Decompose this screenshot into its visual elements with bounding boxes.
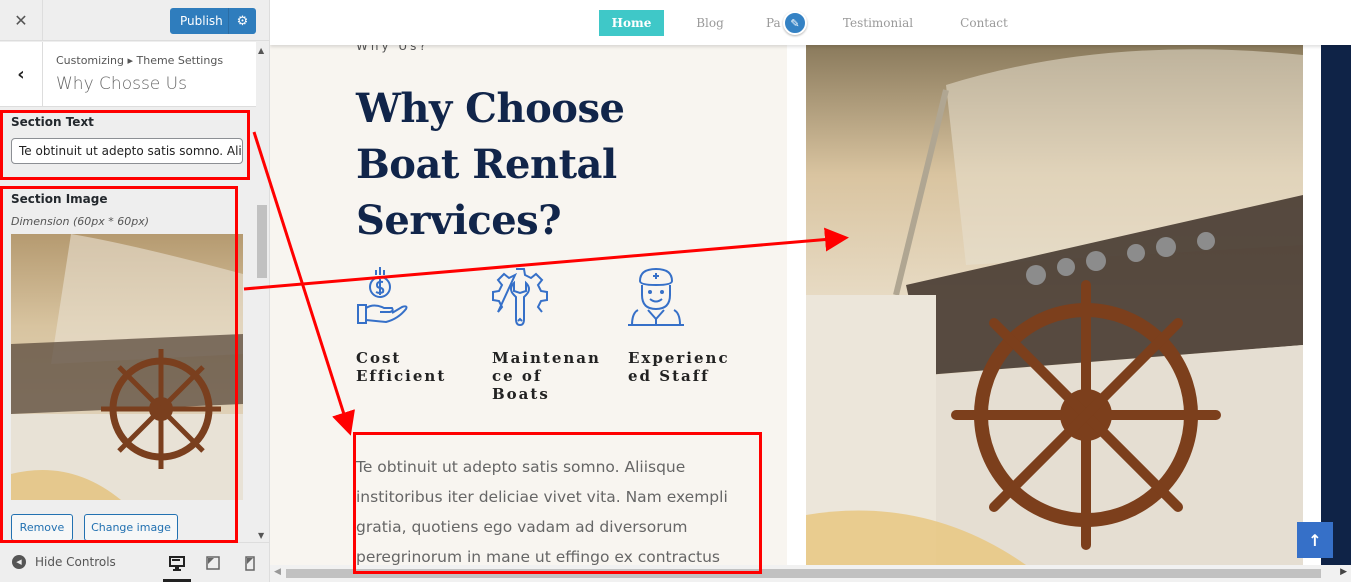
nav-contact[interactable]: Contact — [956, 10, 1012, 36]
feature-label-line: Efficient — [356, 367, 447, 385]
close-customizer-button[interactable]: ✕ — [0, 0, 43, 41]
feature-label-line: ce of — [492, 367, 543, 385]
customizer-sidebar: ✕ Publish ⚙ ‹ Customizing ▸ Theme Settin… — [0, 0, 270, 582]
feature-label-line: Cost — [356, 349, 402, 367]
headline-line: Boat Rental — [356, 141, 617, 188]
back-button[interactable]: ‹ — [0, 42, 43, 107]
edit-shortcut-pencil-icon[interactable]: ✎ — [783, 11, 807, 35]
hide-controls-button[interactable]: ◀ Hide Controls — [12, 555, 116, 569]
nav-blog[interactable]: Blog — [690, 10, 730, 36]
scroll-right-arrow-icon[interactable]: ▶ — [1340, 567, 1347, 577]
hide-controls-label: Hide Controls — [35, 555, 116, 569]
desktop-icon — [169, 555, 185, 571]
boat-helm-photo — [806, 45, 1303, 565]
tablet-icon — [206, 556, 220, 570]
panel-title-bar: ‹ Customizing ▸ Theme Settings Why Choss… — [0, 42, 258, 107]
desktop-preview-button[interactable] — [163, 553, 191, 582]
site-preview: Home Blog Pa Testimonial Contact ✎ Why U… — [270, 0, 1351, 582]
screen: ✕ Publish ⚙ ‹ Customizing ▸ Theme Settin… — [0, 0, 1351, 582]
headline-line: Services? — [356, 197, 562, 244]
customizer-footer: ◀ Hide Controls — [0, 542, 269, 582]
scrollbar-thumb[interactable] — [257, 205, 267, 278]
feature-label: Maintenan ce of Boats — [492, 349, 607, 403]
why-us-section: Why Us? Why Choose Boat Rental Services?… — [270, 39, 787, 566]
preview-horizontal-scrollbar[interactable]: ◀ ▶ — [270, 565, 1351, 582]
panel-title: Why Chosse Us — [56, 74, 187, 94]
image-right-gap — [1303, 45, 1321, 565]
scroll-up-arrow-icon[interactable]: ▲ — [258, 46, 264, 55]
site-navbar: Home Blog Pa Testimonial Contact ✎ — [270, 0, 1351, 45]
sidebar-scrollbar[interactable]: ▲ ▼ — [256, 42, 269, 542]
nav-testimonial[interactable]: Testimonial — [835, 10, 921, 36]
publish-button[interactable]: Publish ⚙ — [170, 8, 256, 34]
mobile-preview-button[interactable] — [239, 553, 261, 573]
section-text-label: Section Text — [11, 115, 94, 129]
section-image-label: Section Image — [11, 192, 108, 206]
scroll-left-arrow-icon[interactable]: ◀ — [274, 567, 281, 577]
feature-maintenance: Maintenan ce of Boats — [492, 267, 612, 403]
section-image-thumbnail[interactable] — [11, 234, 243, 500]
feature-label-line: ed Staff — [628, 367, 710, 385]
money-hand-icon — [357, 267, 408, 324]
section-text-input[interactable]: Te obtinuit ut adepto satis somno. Aliis… — [11, 138, 243, 164]
navy-side-strip — [1321, 45, 1351, 565]
arrow-up-icon: ↑ — [1308, 530, 1322, 550]
nav-home[interactable]: Home — [599, 10, 664, 36]
feature-label-line: Boats — [492, 385, 550, 403]
chevron-left-icon: ‹ — [17, 64, 25, 85]
controls-panel: Section Text Te obtinuit ut adepto satis… — [0, 108, 256, 540]
feature-label: Experienc ed Staff — [628, 349, 743, 385]
section-hero-image — [806, 45, 1303, 565]
publish-label: Publish — [180, 14, 223, 28]
column-gap — [787, 45, 806, 565]
breadcrumb: Customizing ▸ Theme Settings — [56, 54, 224, 67]
collapse-icon: ◀ — [12, 555, 26, 569]
feature-cost-efficient: Cost Efficient — [356, 267, 476, 385]
tablet-preview-button[interactable] — [202, 553, 224, 573]
boat-helm-thumbnail — [11, 234, 243, 500]
feature-experienced-staff: Experienc ed Staff — [628, 267, 748, 385]
scroll-down-arrow-icon[interactable]: ▼ — [258, 531, 264, 540]
captain-icon — [628, 267, 684, 326]
dimension-note: Dimension (60px * 60px) — [11, 215, 150, 228]
customizer-header: ✕ Publish ⚙ — [0, 0, 269, 41]
wrench-gear-icon — [492, 268, 548, 327]
headline-line: Why Choose — [356, 85, 625, 132]
close-icon: ✕ — [14, 11, 28, 30]
section-body-text: Te obtinuit ut adepto satis somno. Aliis… — [356, 458, 728, 566]
horizontal-scrollbar-thumb[interactable] — [286, 569, 1321, 578]
remove-image-button[interactable]: Remove — [11, 514, 73, 540]
mobile-icon — [245, 555, 255, 571]
gear-icon[interactable]: ⚙ — [229, 14, 256, 29]
scroll-to-top-button[interactable]: ↑ — [1297, 522, 1333, 558]
change-image-button[interactable]: Change image — [84, 514, 178, 540]
section-headline: Why Choose Boat Rental Services? — [356, 81, 625, 249]
feature-label-line: Maintenan — [492, 349, 601, 367]
feature-label: Cost Efficient — [356, 349, 471, 385]
feature-label-line: Experienc — [628, 349, 730, 367]
